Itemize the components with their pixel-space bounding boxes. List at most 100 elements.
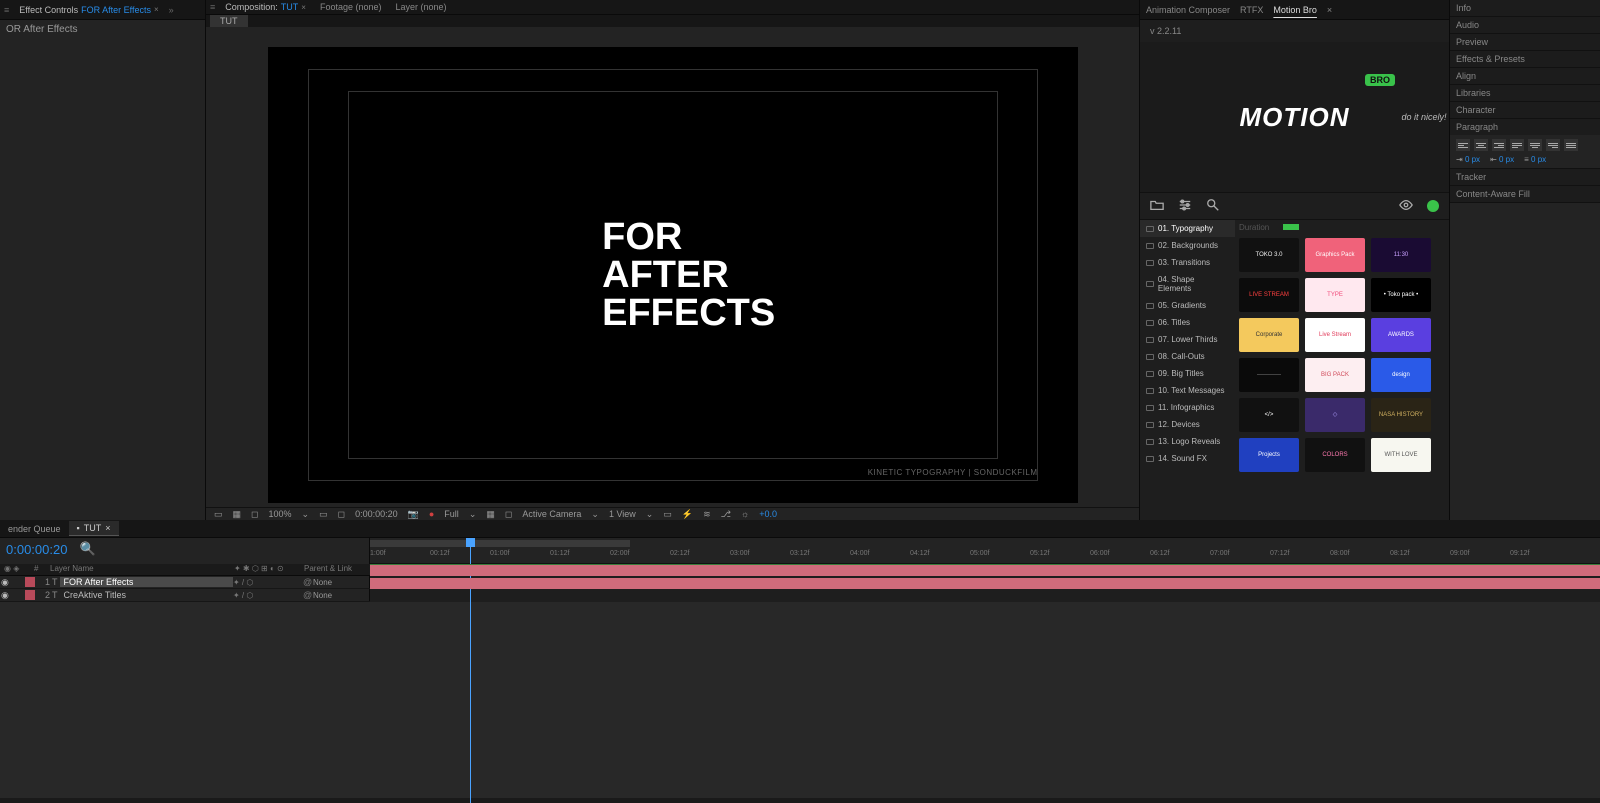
justify-left-icon[interactable] xyxy=(1510,139,1524,151)
label-color[interactable] xyxy=(25,590,35,600)
preset-thumbnail[interactable]: 11:30 xyxy=(1371,238,1431,272)
chevron-right-icon[interactable]: » xyxy=(169,5,174,15)
parent-dropdown[interactable]: None xyxy=(313,591,369,600)
label-color[interactable] xyxy=(25,577,35,587)
preset-thumbnail[interactable]: COLORS xyxy=(1305,438,1365,472)
parent-pickwhip-icon[interactable]: @ xyxy=(303,577,313,587)
category-item[interactable]: 08. Call-Outs xyxy=(1140,348,1235,365)
chevron-down-icon[interactable]: ⌄ xyxy=(469,509,477,520)
tab-effect-controls[interactable]: Effect Controls FOR After Effects × xyxy=(15,3,162,17)
category-item[interactable]: 04. Shape Elements xyxy=(1140,271,1235,297)
camera-dropdown[interactable]: Active Camera xyxy=(522,509,581,519)
layer-name[interactable]: FOR After Effects xyxy=(60,577,234,587)
sub-tab-tut[interactable]: TUT xyxy=(210,15,248,27)
timeline-icon[interactable]: ≋ xyxy=(703,509,711,520)
justify-center-icon[interactable] xyxy=(1528,139,1542,151)
folder-icon[interactable] xyxy=(1150,198,1164,215)
roi-icon[interactable]: ◻ xyxy=(338,509,345,520)
panel-header[interactable]: Preview xyxy=(1450,34,1600,50)
status-dot-icon[interactable] xyxy=(1427,200,1439,212)
indent-right-value[interactable]: 0 px xyxy=(1499,155,1514,164)
exposure-reset-icon[interactable]: ☼ xyxy=(741,509,749,519)
quality-dropdown[interactable]: Full xyxy=(444,509,459,519)
align-center-icon[interactable] xyxy=(1474,139,1488,151)
layer-duration-bar[interactable] xyxy=(370,565,1600,576)
col-layer-name[interactable]: Layer Name xyxy=(46,564,230,575)
view-3d-icon[interactable]: ◻ xyxy=(505,509,512,520)
preset-thumbnail[interactable]: Projects xyxy=(1239,438,1299,472)
layer-switches[interactable]: ✦ / ⬡ xyxy=(233,591,303,600)
close-icon[interactable]: × xyxy=(301,3,306,12)
chevron-down-icon[interactable]: ⌄ xyxy=(591,509,599,520)
chevron-down-icon[interactable]: ⌄ xyxy=(646,509,654,520)
panel-menu-icon[interactable]: ≡ xyxy=(4,5,9,15)
resolution-icon[interactable]: ▭ xyxy=(319,509,328,520)
search-icon[interactable]: 🔍 xyxy=(79,541,95,557)
panel-header[interactable]: Tracker xyxy=(1450,169,1600,185)
transparency-icon[interactable]: ▦ xyxy=(486,509,495,520)
close-icon[interactable]: × xyxy=(1327,5,1332,15)
preset-thumbnail[interactable]: design xyxy=(1371,358,1431,392)
tab-timeline-tut[interactable]: ▪ TUT × xyxy=(69,521,119,536)
tab-rtfx[interactable]: RTFX xyxy=(1240,5,1263,15)
category-item[interactable]: 07. Lower Thirds xyxy=(1140,331,1235,348)
category-item[interactable]: 10. Text Messages xyxy=(1140,382,1235,399)
col-parent[interactable]: Parent & Link xyxy=(300,564,370,575)
timeline-timecode[interactable]: 0:00:00:20 xyxy=(6,542,67,557)
panel-menu-icon[interactable]: ≡ xyxy=(210,2,215,12)
category-item[interactable]: 14. Sound FX xyxy=(1140,450,1235,467)
tab-motion-bro[interactable]: Motion Bro xyxy=(1273,5,1317,15)
layer-name[interactable]: CreAktive Titles xyxy=(60,590,234,600)
justify-all-icon[interactable] xyxy=(1564,139,1578,151)
category-item[interactable]: 02. Backgrounds xyxy=(1140,237,1235,254)
eye-icon[interactable] xyxy=(1399,198,1413,215)
parent-dropdown[interactable]: None xyxy=(313,578,369,587)
preset-thumbnail[interactable]: NASA HISTORY xyxy=(1371,398,1431,432)
tab-layer[interactable]: Layer (none) xyxy=(392,0,451,14)
panel-header[interactable]: Info xyxy=(1450,0,1600,16)
category-item[interactable]: 01. Typography xyxy=(1140,220,1235,237)
align-left-icon[interactable] xyxy=(1456,139,1470,151)
preset-thumbnail[interactable]: WITH LOVE xyxy=(1371,438,1431,472)
category-item[interactable]: 11. Infographics xyxy=(1140,399,1235,416)
layer-duration-bar[interactable] xyxy=(370,578,1600,589)
layer-switches[interactable]: ✦ / ⬡ xyxy=(233,578,303,587)
category-item[interactable]: 09. Big Titles xyxy=(1140,365,1235,382)
panel-header[interactable]: Content-Aware Fill xyxy=(1450,186,1600,202)
panel-header[interactable]: Libraries xyxy=(1450,85,1600,101)
preset-thumbnail[interactable]: LIVE STREAM xyxy=(1239,278,1299,312)
layer-row[interactable]: ◉1TFOR After Effects✦ / ⬡@None xyxy=(0,576,370,588)
tab-footage[interactable]: Footage (none) xyxy=(316,0,386,14)
preset-thumbnail[interactable]: TOKO 3.0 xyxy=(1239,238,1299,272)
duration-filter[interactable]: Duration xyxy=(1235,220,1449,234)
grid-icon[interactable]: ▦ xyxy=(233,509,242,520)
layer-row[interactable]: ◉2TCreAktive Titles✦ / ⬡@None xyxy=(0,589,370,601)
preset-thumbnail[interactable]: BIG PACK xyxy=(1305,358,1365,392)
comp-flowchart-icon[interactable]: ⎇ xyxy=(721,509,731,520)
preset-thumbnail[interactable]: AWARDS xyxy=(1371,318,1431,352)
pixel-aspect-icon[interactable]: ▭ xyxy=(663,509,672,520)
parent-pickwhip-icon[interactable]: @ xyxy=(303,590,313,600)
preset-thumbnail[interactable]: • Toko pack • xyxy=(1371,278,1431,312)
preset-thumbnail[interactable]: Live Stream xyxy=(1305,318,1365,352)
preset-thumbnail[interactable]: ———— xyxy=(1239,358,1299,392)
search-icon[interactable] xyxy=(1206,198,1220,215)
preset-thumbnail[interactable]: ◇ xyxy=(1305,398,1365,432)
close-icon[interactable]: × xyxy=(105,523,110,533)
panel-header[interactable]: Audio xyxy=(1450,17,1600,33)
chevron-down-icon[interactable]: ⌄ xyxy=(302,509,310,520)
category-item[interactable]: 12. Devices xyxy=(1140,416,1235,433)
category-item[interactable]: 06. Titles xyxy=(1140,314,1235,331)
preset-thumbnail[interactable]: </> xyxy=(1239,398,1299,432)
views-dropdown[interactable]: 1 View xyxy=(609,509,636,519)
panel-header[interactable]: Effects & Presets xyxy=(1450,51,1600,67)
time-ruler[interactable]: 1:00f00:12f01:00f01:12f02:00f02:12f03:00… xyxy=(370,538,1600,564)
tab-render-queue[interactable]: ender Queue xyxy=(0,522,69,536)
mask-icon[interactable]: ◻ xyxy=(251,509,258,520)
align-right-icon[interactable] xyxy=(1492,139,1506,151)
settings-icon[interactable] xyxy=(1178,198,1192,215)
fast-preview-icon[interactable]: ⚡ xyxy=(682,509,693,520)
category-item[interactable]: 13. Logo Reveals xyxy=(1140,433,1235,450)
magnify-icon[interactable]: ▭ xyxy=(214,509,223,520)
indent-left-value[interactable]: 0 px xyxy=(1465,155,1480,164)
